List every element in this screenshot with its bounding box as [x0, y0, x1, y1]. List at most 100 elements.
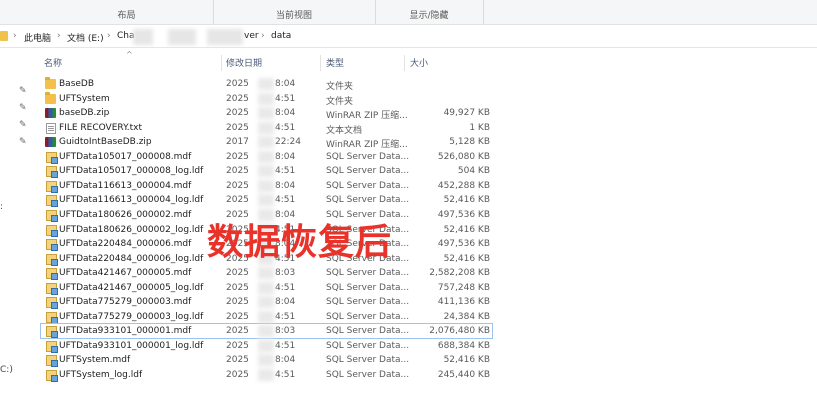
file-size: 526,080 KB: [437, 152, 490, 162]
column-divider[interactable]: [404, 55, 405, 71]
file-size: 688,384 KB: [437, 341, 490, 351]
file-name: UFTData220484_000006_log.ldf: [59, 254, 204, 264]
folder-icon: [0, 31, 8, 41]
breadcrumb-ver[interactable]: ver: [244, 31, 259, 41]
redaction-blur: [133, 29, 153, 45]
file-name: UFTData775279_000003.mdf: [59, 297, 192, 307]
sql-data-file-icon: [46, 239, 58, 251]
file-size: 24,384 KB: [443, 312, 490, 322]
chevron-right-icon: ›: [57, 31, 61, 41]
sql-data-file-icon: [46, 166, 58, 178]
redaction-blur: [258, 180, 274, 192]
redaction-blur: [207, 29, 243, 45]
sql-data-file-icon: [46, 225, 58, 237]
file-type: SQL Server Data...: [326, 166, 410, 176]
file-name: UFTData180626_000002_log.ldf: [59, 225, 204, 235]
pin-icon[interactable]: ✎: [19, 120, 27, 130]
file-name: UFTData775279_000003_log.ldf: [59, 312, 204, 322]
file-size: 2,076,480 KB: [429, 326, 490, 336]
column-header-type[interactable]: 类型: [326, 56, 344, 72]
file-modified-time: 4:51: [275, 94, 296, 104]
file-type: SQL Server Data...: [326, 312, 410, 322]
file-name: UFTSystem_log.ldf: [59, 370, 143, 380]
file-size: 52,416 KB: [443, 254, 490, 264]
column-header-name[interactable]: 名称: [44, 56, 62, 72]
file-size: 52,416 KB: [443, 355, 490, 365]
redaction-blur: [258, 194, 274, 206]
sql-data-file-icon: [46, 195, 58, 207]
file-type: WinRAR ZIP 压缩...: [326, 111, 408, 121]
breadcrumb-cha[interactable]: Cha: [117, 31, 135, 41]
file-type: SQL Server Data...: [326, 370, 410, 380]
file-modified-date: 2025: [226, 312, 249, 322]
ribbon-group-current-view[interactable]: 当前视图: [213, 0, 376, 24]
file-type: SQL Server Data...: [326, 195, 410, 205]
file-size: 497,536 KB: [437, 210, 490, 220]
file-size: 49,927 KB: [443, 108, 490, 118]
sql-data-file-icon: [46, 370, 58, 382]
file-modified-date: 2025: [226, 181, 249, 191]
pin-icon[interactable]: ✎: [19, 137, 27, 147]
column-header-date[interactable]: 修改日期: [226, 56, 262, 72]
sql-data-file-icon: [46, 181, 58, 193]
redaction-blur: [258, 107, 274, 119]
folder-icon: [45, 92, 56, 104]
pin-icon[interactable]: ✎: [19, 86, 27, 96]
redaction-blur: [258, 122, 274, 134]
file-modified-date: 2025: [226, 166, 249, 176]
redaction-blur: [258, 151, 274, 163]
redaction-blur: [168, 29, 196, 45]
file-size: 245,440 KB: [437, 370, 490, 380]
file-size: 1 KB: [469, 123, 490, 133]
nav-pane-drive-c[interactable]: C:): [0, 365, 13, 375]
file-name: UFTData421467_000005.mdf: [59, 268, 192, 278]
file-name: UFTData933101_000001_log.ldf: [59, 341, 204, 351]
breadcrumb-data[interactable]: data: [271, 31, 291, 41]
file-type: SQL Server Data...: [326, 326, 410, 336]
file-modified-time: 8:04: [275, 355, 296, 365]
nav-pane-item[interactable]: :: [0, 202, 3, 212]
file-name: UFTSystem.mdf: [59, 355, 131, 365]
file-name: UFTData105017_000008_log.ldf: [59, 166, 204, 176]
file-size: 52,416 KB: [443, 225, 490, 235]
column-divider[interactable]: [320, 55, 321, 71]
file-modified-time: 8:03: [275, 326, 296, 336]
file-name: UFTData933101_000001.mdf: [59, 326, 192, 336]
file-type: SQL Server Data...: [326, 181, 410, 191]
sql-data-file-icon: [46, 268, 58, 280]
ribbon-group-layout[interactable]: 布局: [40, 0, 214, 24]
file-modified-time: 8:04: [275, 108, 296, 118]
redaction-blur: [258, 78, 274, 90]
sql-data-file-icon: [46, 297, 58, 309]
chevron-right-icon: ›: [261, 31, 265, 41]
column-divider[interactable]: [221, 55, 222, 71]
file-name: UFTData220484_000006.mdf: [59, 239, 192, 249]
file-type: WinRAR ZIP 压缩...: [326, 140, 408, 150]
file-size: 411,136 KB: [437, 297, 490, 307]
file-modified-time: 4:51: [275, 341, 296, 351]
breadcrumb-drive-e[interactable]: 文档 (E:): [67, 31, 104, 44]
file-modified-date: 2025: [226, 326, 249, 336]
file-type: SQL Server Data...: [326, 355, 410, 365]
folder-icon: [45, 77, 56, 89]
file-modified-date: 2025: [226, 283, 249, 293]
sql-data-file-icon: [46, 283, 58, 295]
breadcrumb-this-pc[interactable]: 此电脑: [24, 31, 51, 44]
file-modified-time: 4:51: [275, 123, 296, 133]
file-type: SQL Server Data...: [326, 268, 410, 278]
file-name: UFTData116613_000004_log.ldf: [59, 195, 204, 205]
file-name: UFTData105017_000008.mdf: [59, 152, 192, 162]
file-modified-time: 8:04: [275, 79, 296, 89]
file-name: baseDB.zip: [59, 108, 110, 118]
sql-data-file-icon: [46, 326, 58, 338]
redaction-blur: [258, 311, 274, 323]
file-name: UFTData180626_000002.mdf: [59, 210, 192, 220]
file-size: 504 KB: [457, 166, 490, 176]
file-modified-date: 2025: [226, 195, 249, 205]
file-size: 52,416 KB: [443, 195, 490, 205]
ribbon-group-show-hide[interactable]: 显示/隐藏: [375, 0, 484, 24]
file-modified-time: 22:24: [275, 137, 301, 147]
column-header-size[interactable]: 大小: [410, 56, 428, 72]
pin-icon[interactable]: ✎: [19, 103, 27, 113]
file-modified-date: 2025: [226, 152, 249, 162]
